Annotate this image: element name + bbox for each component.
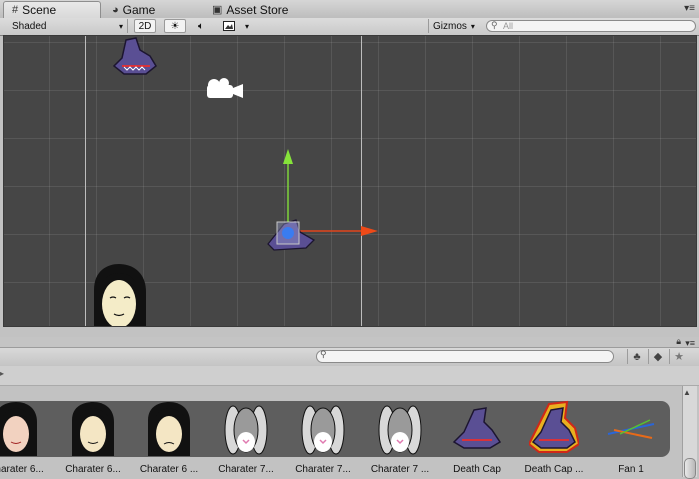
chevron-down-icon: ▾ bbox=[118, 21, 123, 31]
filter-by-label-icon[interactable]: ◆ bbox=[648, 349, 667, 364]
shading-mode-value: Shaded bbox=[12, 20, 47, 32]
bunny-thumbnail bbox=[378, 405, 422, 455]
asset-label: Charater 6... bbox=[65, 464, 121, 475]
fire-witch-hat-thumbnail bbox=[529, 400, 579, 453]
project-search-input[interactable]: ⚲ bbox=[316, 349, 614, 363]
effects-dropdown-arrow[interactable]: ▾ bbox=[242, 19, 252, 33]
search-placeholder: All bbox=[503, 21, 514, 31]
grid-icon: # bbox=[12, 4, 19, 16]
2d-toggle-button[interactable]: 2D bbox=[134, 19, 156, 33]
asset-label: Charater 6... bbox=[0, 464, 44, 475]
girl-character-sprite[interactable] bbox=[88, 262, 150, 327]
asset-label: Charater 7... bbox=[218, 464, 274, 475]
asset-item[interactable]: Charater 7... bbox=[285, 398, 361, 477]
tab-asset-store[interactable]: ▣ Asset Store bbox=[204, 1, 314, 18]
tab-game[interactable]: ◕ Game bbox=[104, 1, 204, 18]
editor-tab-bar: # Scene ◕ Game ▣ Asset Store ▾≡ bbox=[0, 0, 699, 19]
asset-item[interactable]: Charater 7 ... bbox=[362, 398, 438, 477]
tab-scene-label: Scene bbox=[22, 3, 57, 17]
pacman-icon: ◕ bbox=[112, 3, 119, 16]
tab-game-label: Game bbox=[122, 2, 156, 17]
effects-toggle-button[interactable] bbox=[218, 19, 240, 33]
search-icon: ⚲ bbox=[320, 349, 327, 359]
asset-label: Fan 1 bbox=[618, 464, 644, 475]
bag-icon: ▣ bbox=[212, 4, 223, 16]
shading-mode-dropdown[interactable]: Shaded ▾ bbox=[6, 19, 128, 33]
speaker-icon: 🔈︎ bbox=[198, 20, 204, 32]
girl-face-thumbnail bbox=[0, 402, 37, 456]
witch-hat-thumbnail bbox=[452, 407, 502, 449]
chevron-down-icon: ▾ bbox=[470, 21, 475, 31]
girl-face-thumbnail bbox=[72, 402, 114, 456]
asset-label: Charater 7... bbox=[295, 464, 351, 475]
search-icon: ⚲ bbox=[491, 20, 498, 30]
asset-item[interactable]: Fan 1 bbox=[593, 398, 669, 477]
asset-label: Charater 7 ... bbox=[370, 464, 430, 475]
witch-hat-sprite[interactable] bbox=[110, 36, 162, 78]
scene-view[interactable] bbox=[3, 35, 697, 327]
gizmos-dropdown[interactable]: Gizmos ▾ bbox=[428, 19, 478, 33]
camera-icon[interactable] bbox=[203, 76, 245, 104]
gizmos-label: Gizmos bbox=[433, 20, 467, 32]
camera-bound-left bbox=[85, 36, 86, 326]
breadcrumb bbox=[0, 366, 699, 386]
panel-menu-icon[interactable]: ▾≡ bbox=[684, 3, 695, 14]
chevron-right-icon[interactable]: ▸ bbox=[0, 369, 4, 378]
asset-label: Death Cap ... bbox=[524, 464, 584, 475]
asset-item[interactable]: Charater 7... bbox=[208, 398, 284, 477]
girl-face-thumbnail bbox=[148, 402, 190, 456]
favorites-star-icon[interactable]: ★ bbox=[669, 349, 688, 364]
audio-toggle-button[interactable]: 🔈︎ bbox=[190, 19, 212, 33]
asset-item[interactable]: Death Cap ... bbox=[516, 398, 592, 477]
asset-item[interactable]: Charater 6... bbox=[55, 398, 131, 477]
fan-thumbnail bbox=[607, 419, 655, 439]
tab-scene[interactable]: # Scene bbox=[3, 1, 101, 18]
hierarchy-search-input[interactable]: ⚲ All bbox=[486, 20, 696, 32]
asset-item[interactable]: Charater 6... bbox=[0, 398, 54, 477]
lock-icon[interactable]: 🔒︎ bbox=[676, 336, 681, 347]
filter-by-type-icon[interactable]: ♣ bbox=[627, 349, 646, 364]
bunny-thumbnail bbox=[224, 405, 268, 455]
scene-toolbar: Shaded ▾ 2D ☀ 🔈︎ ▾ Gizmos ▾ ⚲ All bbox=[0, 18, 699, 36]
bunny-thumbnail bbox=[301, 405, 345, 455]
move-tool-gizmo[interactable] bbox=[262, 144, 386, 260]
asset-item[interactable]: Death Cap bbox=[439, 398, 515, 477]
scrollbar-thumb[interactable] bbox=[684, 458, 696, 479]
asset-label: Charater 6 ... bbox=[139, 464, 199, 475]
panel-separator[interactable] bbox=[0, 327, 699, 337]
sun-icon: ☀ bbox=[170, 20, 180, 32]
image-icon bbox=[223, 21, 235, 31]
scroll-up-icon[interactable]: ▲ bbox=[683, 388, 691, 397]
lighting-toggle-button[interactable]: ☀ bbox=[164, 19, 186, 33]
asset-label: Death Cap bbox=[453, 464, 501, 475]
project-panel-header bbox=[0, 337, 699, 347]
asset-item[interactable]: Charater 6 ... bbox=[131, 398, 207, 477]
tab-asset-store-label: Asset Store bbox=[226, 2, 289, 17]
